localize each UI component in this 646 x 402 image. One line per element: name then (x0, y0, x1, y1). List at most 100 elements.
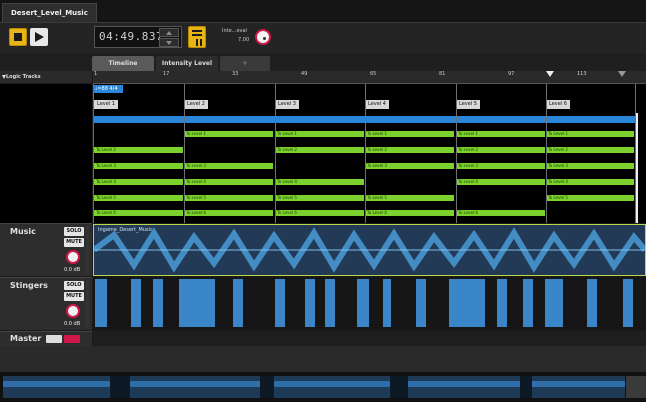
playhead-marker-icon[interactable] (546, 71, 554, 77)
metronome-toggle[interactable] (188, 26, 206, 48)
transition-bar[interactable]: To Level 5 (184, 195, 273, 201)
stinger-clip[interactable] (416, 279, 426, 327)
logic-tracks-header: Logic Tracks (0, 71, 92, 83)
overview-gap (520, 376, 532, 398)
transition-bar[interactable]: To Level 6 (184, 210, 273, 216)
transition-bar[interactable]: To Level 4 (546, 179, 634, 185)
timecode-text: 04:49.837 (99, 30, 164, 43)
transition-bar[interactable]: To Level 3 (184, 163, 273, 169)
solo-button[interactable]: SOLO (64, 227, 84, 236)
stinger-clip[interactable] (305, 279, 315, 327)
stinger-clip[interactable] (357, 279, 369, 327)
stinger-clip[interactable] (383, 279, 391, 327)
master-lane[interactable] (93, 331, 646, 346)
track-header-master[interactable]: Master (0, 331, 92, 346)
stinger-clip[interactable] (233, 279, 243, 327)
transition-bar[interactable]: To Level 3 (456, 163, 545, 169)
stinger-clip[interactable] (587, 279, 597, 327)
stinger-clip[interactable] (523, 279, 533, 327)
transition-bar[interactable]: To Level 3 (94, 163, 183, 169)
parameter-label: Inte...eval (222, 28, 247, 34)
loop-end-marker-icon[interactable] (618, 71, 626, 77)
volume-knob[interactable] (66, 250, 80, 264)
transition-bar[interactable]: To Level 1 (365, 131, 454, 137)
transition-bar[interactable]: To Level 4 (94, 179, 183, 185)
transition-bar[interactable]: To Level 4 (456, 179, 545, 185)
track-header-stingers[interactable]: Stingers SOLO MUTE 0.0 dB (0, 277, 92, 330)
time-decrement-button[interactable] (159, 38, 179, 47)
transition-bar[interactable]: To Level 5 (275, 195, 364, 201)
music-lane[interactable]: Ingame_Desert_Music (93, 224, 646, 276)
transition-bar[interactable]: To Level 2 (546, 147, 634, 153)
level-label[interactable]: Level 3 (275, 100, 299, 109)
level-label[interactable]: Level 4 (365, 100, 389, 109)
stinger-clip[interactable] (545, 279, 563, 327)
stinger-clip[interactable] (275, 279, 285, 327)
timeline-ruler[interactable]: 1 17 33 49 65 81 97 113 (93, 71, 646, 84)
pause-icon-bar1 (196, 39, 198, 46)
transition-bar[interactable]: To Level 6 (275, 210, 364, 216)
transition-bar[interactable]: To Level 1 (275, 131, 364, 137)
track-name: Stingers (10, 281, 48, 290)
lines-icon (192, 30, 202, 32)
pause-icon-bar2 (200, 39, 202, 46)
stinger-clip[interactable] (623, 279, 633, 327)
volume-knob[interactable] (66, 304, 80, 318)
logic-tracks-label: Logic Tracks (6, 74, 41, 80)
transition-bar[interactable]: To Level 5 (546, 195, 634, 201)
waveform-clip[interactable] (94, 225, 645, 275)
play-button[interactable] (30, 28, 48, 46)
track-header-music[interactable]: Music SOLO MUTE 0.0 dB (0, 223, 92, 276)
logic-tracks-area[interactable]: ♩=88 4/4 Level 1 Level 2 Level 3 Level 4… (93, 84, 646, 223)
mute-button[interactable]: MUTE (64, 238, 84, 247)
level-label[interactable]: Level 1 (94, 100, 118, 109)
stinger-clip[interactable] (497, 279, 507, 327)
transition-bar[interactable]: To Level 4 (184, 179, 273, 185)
transition-bar[interactable]: To Level 3 (365, 163, 454, 169)
parameter-knob[interactable] (255, 29, 271, 45)
timecode-display[interactable]: 04:49.837 (94, 26, 182, 48)
tab-timeline[interactable]: Timeline (92, 56, 154, 71)
level-label[interactable]: Level 5 (456, 100, 480, 109)
tab-intensity-level[interactable]: Intensity Level (156, 56, 218, 71)
transition-bar[interactable]: To Level 2 (275, 147, 364, 153)
transition-bar[interactable]: To Level 2 (94, 147, 183, 153)
overview-scroll-handle[interactable] (626, 376, 646, 398)
transition-bar[interactable]: To Level 5 (365, 195, 454, 201)
transition-bar[interactable]: To Level 1 (546, 131, 634, 137)
stingers-lane[interactable] (93, 277, 646, 330)
stinger-clip[interactable] (325, 279, 335, 327)
stop-button[interactable] (9, 28, 27, 46)
transition-bar[interactable]: To Level 4 (275, 179, 364, 185)
tempo-signature-marker[interactable]: ♩=88 4/4 (93, 85, 123, 93)
ruler-tick: 113 (577, 71, 587, 77)
transition-bar[interactable]: To Level 3 (546, 163, 634, 169)
transition-bar[interactable]: To Level 1 (184, 131, 273, 137)
stinger-clip[interactable] (179, 279, 215, 327)
transition-bar[interactable]: To Level 6 (365, 210, 454, 216)
solo-button[interactable]: SOLO (64, 281, 84, 290)
mute-button[interactable]: MUTE (64, 292, 84, 301)
add-tab-button[interactable]: + (220, 56, 270, 71)
transition-bar[interactable]: To Level 6 (94, 210, 183, 216)
stinger-clip[interactable] (153, 279, 163, 327)
transition-bar[interactable]: To Level 2 (456, 147, 545, 153)
stinger-clip[interactable] (449, 279, 485, 327)
level-label[interactable]: Level 6 (546, 100, 570, 109)
bar-grid-line (635, 84, 636, 223)
time-increment-button[interactable] (159, 28, 179, 37)
transition-bar[interactable]: To Level 2 (365, 147, 454, 153)
document-tab[interactable]: Desert_Level_Music (2, 3, 97, 22)
transition-bar[interactable]: To Level 5 (94, 195, 183, 201)
ruler-tick: 1 (94, 71, 98, 77)
stinger-clip[interactable] (131, 279, 141, 327)
transition-bar[interactable]: To Level 1 (456, 131, 545, 137)
level-label[interactable]: Level 2 (184, 100, 208, 109)
ruler-tick: 97 (508, 71, 515, 77)
bar-grid-line (546, 84, 547, 223)
lines-icon-line2 (192, 34, 202, 36)
stinger-clip[interactable] (95, 279, 107, 327)
transition-bar[interactable]: To Level 6 (456, 210, 545, 216)
ruler-tick: 33 (232, 71, 239, 77)
timeline-overview[interactable] (0, 372, 646, 402)
